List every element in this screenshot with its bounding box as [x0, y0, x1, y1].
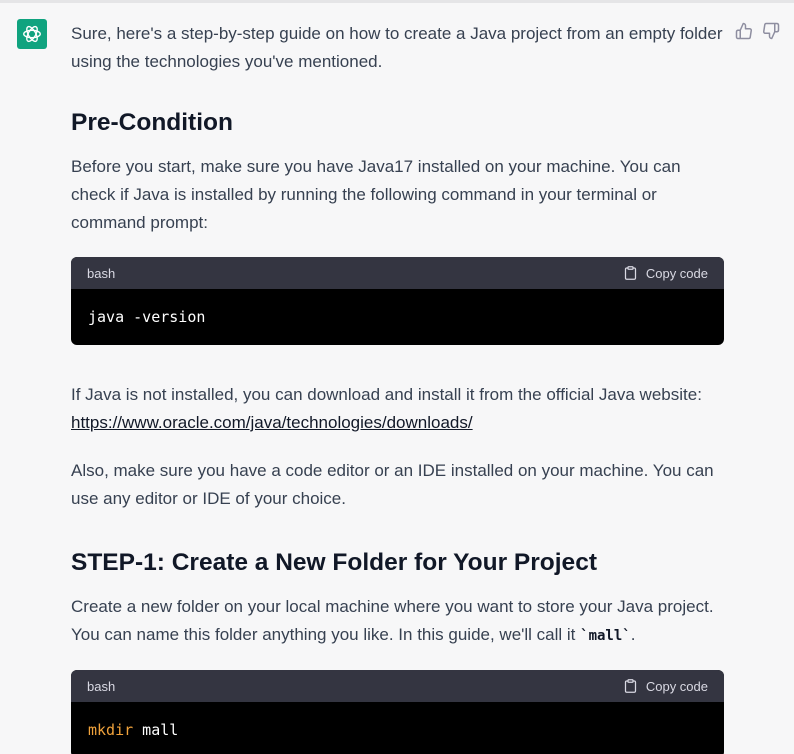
inline-code-mall: `mall` [580, 628, 631, 644]
code-language-label: bash [87, 265, 116, 281]
copy-code-label: Copy code [645, 678, 708, 694]
copy-code-label: Copy code [645, 265, 708, 281]
intro-text: Sure, here's a step-by-step guide on how… [71, 24, 723, 71]
clipboard-icon [624, 679, 636, 693]
code-language-label: bash [87, 678, 116, 694]
code-argument: mall [133, 721, 179, 739]
install-text-label: If Java is not installed, you can downlo… [71, 385, 702, 404]
thumbs-up-icon[interactable] [735, 22, 753, 40]
java-download-link[interactable]: https://www.oracle.com/java/technologies… [71, 413, 473, 432]
top-divider [0, 0, 794, 3]
code-content[interactable]: java -version [71, 289, 724, 345]
install-text: If Java is not installed, you can downlo… [71, 381, 724, 437]
copy-code-button[interactable]: Copy code [623, 265, 708, 281]
copy-code-button[interactable]: Copy code [623, 678, 708, 694]
precondition-heading: Pre-Condition [71, 109, 233, 136]
step1-text: Create a new folder on your local machin… [71, 593, 724, 650]
precondition-text: Before you start, make sure you have Jav… [71, 157, 681, 232]
assistant-message: Sure, here's a step-by-step guide on how… [71, 20, 724, 754]
thumbs-down-icon[interactable] [762, 22, 780, 40]
code-header: bash Copy code [71, 670, 724, 702]
openai-logo-icon [17, 19, 47, 49]
code-line: java -version [88, 308, 206, 326]
step1-heading: STEP-1: Create a New Folder for Your Pro… [71, 549, 597, 576]
step1-text-after: . [630, 625, 636, 644]
code-block-mkdir: bash Copy code mkdir mall [71, 670, 724, 754]
code-content[interactable]: mkdir mall [71, 702, 724, 754]
code-header: bash Copy code [71, 257, 724, 289]
editor-text: Also, make sure you have a code editor o… [71, 461, 714, 508]
code-block-java-version: bash Copy code java -version [71, 257, 724, 345]
clipboard-icon [624, 266, 636, 280]
code-keyword: mkdir [88, 721, 134, 739]
